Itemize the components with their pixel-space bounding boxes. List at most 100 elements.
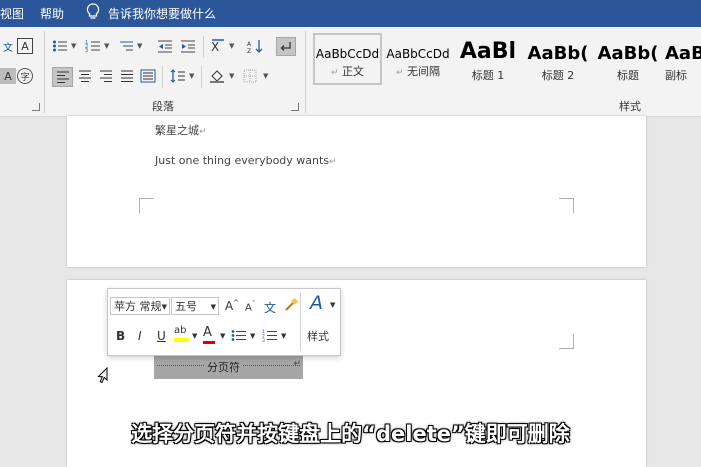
style-subtitle-label: 副标 xyxy=(665,69,687,82)
style-no-spacing-label: ↵ 无间隔 xyxy=(395,65,441,78)
bullets-icon[interactable] xyxy=(52,38,68,54)
tab-help[interactable]: 帮助 xyxy=(40,5,64,22)
tell-me-search[interactable]: 告诉我你想要做什么 xyxy=(108,5,216,22)
chinese-layout-icon[interactable]: X xyxy=(210,38,226,54)
style-no-spacing[interactable]: AaBbCcDd ↵ 无间隔 xyxy=(383,33,453,99)
style-heading-2[interactable]: AaBb( 标题 2 xyxy=(523,33,593,95)
mini-toolbar: 苹方 常规 ▼ 五号 ▼ A^ Aˇ 文 A ▼ 样式 B I U ab ▼ A ▼… xyxy=(107,288,341,356)
character-border-icon[interactable]: A xyxy=(17,38,33,54)
format-painter-icon[interactable] xyxy=(284,297,299,315)
style-normal[interactable]: AaBbCcDd ↵ 正文 xyxy=(313,33,382,85)
separator xyxy=(162,66,163,88)
styles-gallery: AaBbCcDd ↵ 正文 AaBbCcDd ↵ 无间隔 AaBl 标题 1 A… xyxy=(310,31,701,91)
style-title-label: 标题 xyxy=(617,69,639,82)
numbering-icon[interactable]: 123 xyxy=(85,38,101,54)
style-heading-2-label: 标题 2 xyxy=(541,69,575,82)
align-center-icon[interactable] xyxy=(77,68,93,84)
shading-icon[interactable] xyxy=(209,68,225,84)
style-heading-1-label: 标题 1 xyxy=(471,69,505,82)
align-right-icon[interactable] xyxy=(98,68,114,84)
phonetic-guide-icon[interactable]: 文 xyxy=(0,38,16,54)
page-break-label: 分页符 xyxy=(204,359,243,375)
show-formatting-marks-icon[interactable] xyxy=(276,37,296,56)
numbering-dropdown-icon[interactable]: ▼ xyxy=(104,42,109,50)
document-page-1[interactable]: 繁星之城↵ Just one thing everybody wants↵ xyxy=(67,116,646,267)
font-color-bar xyxy=(203,341,215,344)
phonetic-guide-icon[interactable]: 文 xyxy=(264,299,276,316)
line-spacing-icon[interactable] xyxy=(170,68,186,84)
page-break-selection[interactable]: 分页符 ↵ xyxy=(154,355,303,379)
paragraph-dialog-launcher-icon[interactable] xyxy=(291,103,299,111)
margin-corner-mark xyxy=(559,198,574,213)
multilevel-list-icon[interactable] xyxy=(118,38,134,54)
align-left-icon[interactable] xyxy=(52,67,73,87)
grow-font-icon[interactable]: A^ xyxy=(225,299,239,313)
ribbon-home: 文 A A 字 ▼ 123 ▼ ▼ X ▼ AZ ▼ ▼ ▼ 段落 AaBbCc… xyxy=(0,27,701,117)
enclose-characters-icon[interactable]: 字 xyxy=(17,68,33,84)
separator xyxy=(201,66,202,88)
highlight-dropdown-icon[interactable]: ▼ xyxy=(192,332,197,340)
video-caption: 选择分页符并按键盘上的“delete”键即可删除 xyxy=(131,422,570,446)
distributed-align-icon[interactable] xyxy=(140,68,156,84)
style-normal-label: ↵ 正文 xyxy=(330,65,365,78)
ribbon-tab-bar: 视图 帮助 告诉我你想要做什么 xyxy=(0,0,701,27)
font-name-select[interactable]: 苹方 常规 ▼ xyxy=(110,297,170,315)
character-shading-icon[interactable]: A xyxy=(0,68,16,84)
group-separator xyxy=(305,31,306,113)
line-spacing-dropdown-icon[interactable]: ▼ xyxy=(189,72,194,80)
style-heading-2-preview: AaBb( xyxy=(527,43,589,64)
separator xyxy=(203,36,204,58)
style-subtitle-preview: AaB xyxy=(665,43,701,64)
document-line-2[interactable]: Just one thing everybody wants↵ xyxy=(155,154,337,167)
tab-view[interactable]: 视图 xyxy=(0,5,24,22)
style-title-preview: AaBb( xyxy=(597,43,659,64)
lightbulb-icon xyxy=(86,3,100,24)
font-size-select[interactable]: 五号 ▼ xyxy=(171,297,219,315)
style-subtitle[interactable]: AaB 副标 xyxy=(665,33,701,95)
styles-a-icon[interactable]: A xyxy=(310,292,323,314)
bullets-dropdown-icon[interactable]: ▼ xyxy=(250,332,255,340)
increase-indent-icon[interactable] xyxy=(180,38,196,54)
paragraph-group-label: 段落 xyxy=(152,100,174,113)
svg-text:3: 3 xyxy=(262,338,265,342)
justify-icon[interactable] xyxy=(119,68,135,84)
shrink-font-icon[interactable]: Aˇ xyxy=(245,300,255,313)
underline-button[interactable]: U xyxy=(157,329,166,343)
mouse-cursor-icon xyxy=(97,366,109,388)
svg-text:3: 3 xyxy=(85,48,88,53)
style-heading-1-preview: AaBl xyxy=(459,39,517,64)
font-color-icon[interactable]: A xyxy=(203,325,215,344)
svg-text:X: X xyxy=(211,40,219,53)
italic-button[interactable]: I xyxy=(138,329,142,343)
pilcrow-mark: ↵ xyxy=(293,359,301,369)
bullets-icon[interactable] xyxy=(231,329,247,345)
sort-icon[interactable]: AZ xyxy=(247,38,263,54)
decrease-indent-icon[interactable] xyxy=(157,38,173,54)
style-title[interactable]: AaBb( 标题 xyxy=(593,33,663,95)
styles-dropdown-icon[interactable]: ▼ xyxy=(330,301,335,309)
style-no-spacing-preview: AaBbCcDd xyxy=(386,47,450,61)
borders-icon[interactable] xyxy=(242,68,258,84)
highlight-color-bar xyxy=(174,338,189,342)
style-heading-1[interactable]: AaBl 标题 1 xyxy=(453,33,523,91)
document-line-1[interactable]: 繁星之城↵ xyxy=(155,122,207,138)
shading-dropdown-icon[interactable]: ▼ xyxy=(229,72,234,80)
group-separator xyxy=(44,31,45,113)
margin-corner-mark xyxy=(559,334,574,349)
styles-group-label: 样式 xyxy=(619,100,641,113)
chinese-layout-dropdown-icon[interactable]: ▼ xyxy=(229,42,234,50)
font-dialog-launcher-icon[interactable] xyxy=(32,103,40,111)
numbering-icon[interactable]: 123 xyxy=(262,329,278,345)
margin-corner-mark xyxy=(139,198,154,213)
multilevel-dropdown-icon[interactable]: ▼ xyxy=(137,42,142,50)
separator xyxy=(300,293,301,351)
font-color-dropdown-icon[interactable]: ▼ xyxy=(220,332,225,340)
numbering-dropdown-icon[interactable]: ▼ xyxy=(281,332,286,340)
borders-dropdown-icon[interactable]: ▼ xyxy=(263,72,268,80)
bullets-dropdown-icon[interactable]: ▼ xyxy=(71,42,76,50)
styles-label[interactable]: 样式 xyxy=(307,328,329,344)
svg-text:A: A xyxy=(247,41,252,48)
bold-button[interactable]: B xyxy=(116,329,125,343)
style-normal-preview: AaBbCcDd xyxy=(315,47,380,61)
highlight-icon[interactable]: ab xyxy=(174,325,189,342)
